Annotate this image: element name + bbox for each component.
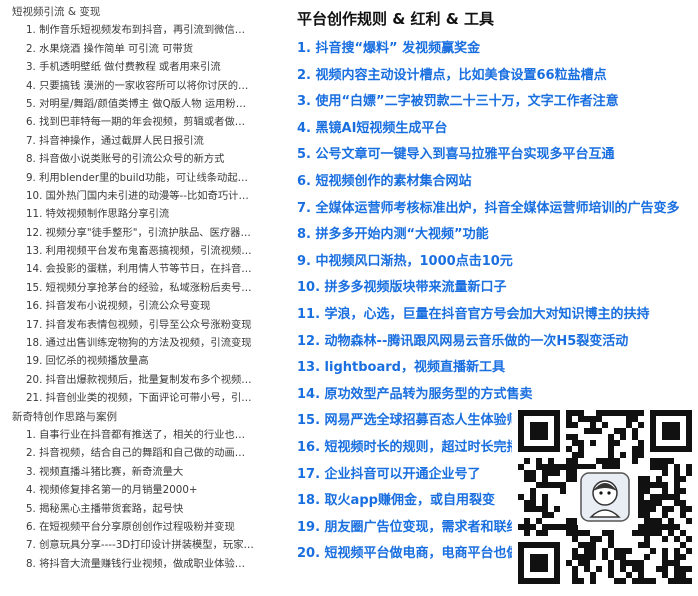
section-title-traffic: 短视频引流 & 变现 xyxy=(12,6,101,18)
list-item[interactable]: 7. 创意玩具分享----3D打印设计拼装模型，玩家自己… xyxy=(0,536,270,554)
list-item[interactable]: 21. 抖音创业类的视频，下面评论可带小号，引流粉… xyxy=(0,389,270,407)
qr-code-icon xyxy=(512,400,698,596)
list-item[interactable]: 6. 在短视频平台分享原创创作过程吸粉并变现 xyxy=(0,518,270,536)
rule-item[interactable]: 3. 使用“白嫖”二字被罚款二十三十万，文字工作者注意 xyxy=(297,89,697,116)
rule-item[interactable]: 5. 公号文章可一键导入到喜马拉雅平台实现多平台互通 xyxy=(297,142,697,169)
list-item[interactable]: 8. 将抖音大流量赚钱行业视频，做成职业体验，收获… xyxy=(0,555,270,573)
list-item[interactable]: 12. 视频分享"徒手整形"，引流护肤品、医疗器械厂… xyxy=(0,224,270,242)
list-item[interactable]: 7. 抖音神操作，通过截屏人民日报引流 xyxy=(0,132,270,150)
list-item[interactable]: 8. 抖音做小说类账号的引流公众号的新方式 xyxy=(0,150,270,168)
list-item[interactable]: 19. 回忆杀的视频播放量高 xyxy=(0,352,270,370)
section-traffic-list: 1. 制作音乐短视频发布到抖音，再引流到微信卖车载… 2. 水果烧酒 操作简单 可… xyxy=(0,21,270,407)
list-item[interactable]: 4. 只要搞钱 漠洲的一家收容所可以将你讨厌的人的名字… xyxy=(0,77,270,95)
list-item[interactable]: 5. 揭秘黑心主播带货套路，起号快 xyxy=(0,500,270,518)
rule-item[interactable]: 6. 短视频创作的素材集合网站 xyxy=(297,169,697,196)
list-item[interactable]: 14. 会投影的蛋糕，利用情人节等节日，在抖音同城… xyxy=(0,260,270,278)
rule-item[interactable]: 1. 抖音搜“爆料” 发视频赢奖金 xyxy=(297,36,697,63)
left-list: 短视频引流 & 变现 1. 制作音乐短视频发布到抖音，再引流到微信卖车载… 2. … xyxy=(0,0,270,573)
list-item[interactable]: 1. 制作音乐短视频发布到抖音，再引流到微信卖车载… xyxy=(0,21,270,39)
list-item[interactable]: 20. 抖音出爆款视频后，批量复制发布多个视频，涨… xyxy=(0,371,270,389)
list-item[interactable]: 5. 对明星/舞蹈/颜值类博主 做Q版人物 运用粉丝经济 xyxy=(0,95,270,113)
list-item[interactable]: 3. 视频直播斗猪比赛，新奇流量大 xyxy=(0,463,270,481)
list-item[interactable]: 17. 抖音发布表情包视频，引导至公众号涨粉变现 xyxy=(0,316,270,334)
list-item[interactable]: 11. 特效视频制作思路分享引流 xyxy=(0,205,270,223)
rule-item[interactable]: 7. 全媒体运营师考核标准出炉，抖音全媒体运营师培训的广告变多 xyxy=(297,196,697,223)
page-title: 平台创作规则 & 红利 & 工具 xyxy=(297,10,495,28)
rule-item[interactable]: 10. 拼多多视频版块带来流量新口子 xyxy=(297,275,697,302)
rule-item[interactable]: 11. 学浪，心选，巨量在抖音官方号会加大对知识博主的扶持 xyxy=(297,302,697,329)
section-creative-list: 1. 自事行业在抖音都有推送了，相关的行业也可以试试 2. 抖音视频，结合自己的舞… xyxy=(0,426,270,573)
rule-item[interactable]: 8. 拼多多开始内测“大视频”功能 xyxy=(297,222,697,249)
list-item[interactable]: 2. 水果烧酒 操作简单 可引流 可带货 xyxy=(0,40,270,58)
rule-item[interactable]: 9. 中视频风口渐热，1000点击10元 xyxy=(297,249,697,276)
list-item[interactable]: 15. 短视频分享抢茅台的经验，私域涨粉后卖号变现 xyxy=(0,279,270,297)
list-item[interactable]: 13. 利用视频平台发布鬼畜恶搞视频，引流视频制作… xyxy=(0,242,270,260)
list-item[interactable]: 1. 自事行业在抖音都有推送了，相关的行业也可以试试 xyxy=(0,426,270,444)
left-panel: 短视频引流 & 变现 1. 制作音乐短视频发布到抖音，再引流到微信卖车载… 2. … xyxy=(0,0,270,596)
section-title-creative: 新奇特创作思路与案例 xyxy=(12,410,117,423)
rule-item[interactable]: 2. 视频内容主动设计槽点，比如美食设置66粒盐槽点 xyxy=(297,63,697,90)
list-item[interactable]: 16. 抖音发布小说视频，引流公众号变现 xyxy=(0,297,270,315)
rule-item[interactable]: 12. 动物森林--腾讯跟风网易云音乐做的一次H5裂变活动 xyxy=(297,329,697,356)
rule-item[interactable]: 4. 黑镜AI短视频生成平台 xyxy=(297,116,697,143)
list-item[interactable]: 6. 找到巴菲特每一期的年会视频，剪辑或者做图，效… xyxy=(0,113,270,131)
list-item[interactable]: 18. 通过出售训练宠物狗的方法及视频，引流变现 xyxy=(0,334,270,352)
list-item[interactable]: 10. 国外热门国内未引进的动漫等--比如奇巧计程车 o… xyxy=(0,187,270,205)
list-item[interactable]: 4. 视频修复排名第一的月销量2000+ xyxy=(0,481,270,499)
list-item[interactable]: 3. 手机透明壁纸 做付费教程 或者用来引流 xyxy=(0,58,270,76)
list-item[interactable]: 9. 利用blender里的build功能，可让线条动起来，再… xyxy=(0,169,270,187)
rule-item[interactable]: 13. lightboard，视频直播新工具 xyxy=(297,355,697,382)
list-item[interactable]: 2. 抖音视频，结合自己的舞蹈和自己做的动画，这样… xyxy=(0,444,270,462)
